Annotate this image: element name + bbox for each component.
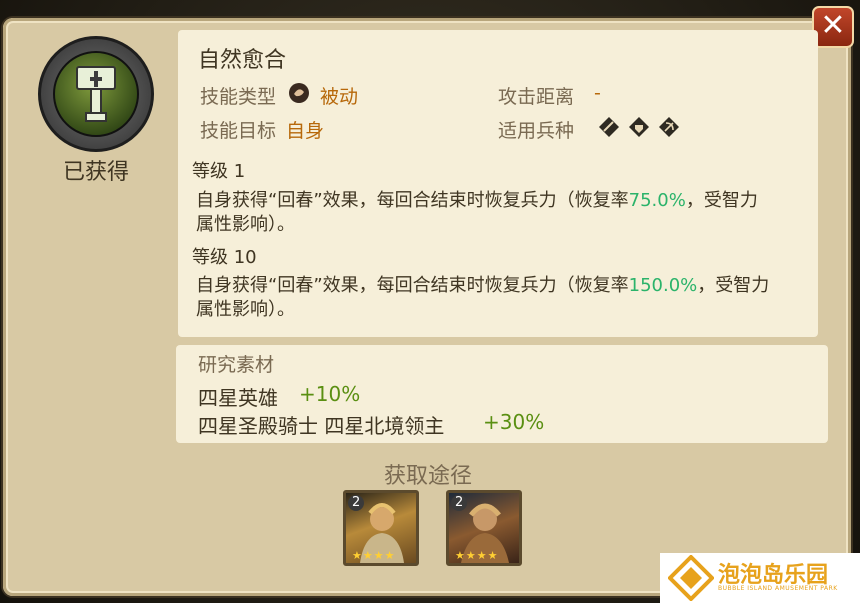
star-rating: ★★★★ bbox=[455, 549, 499, 562]
skill-medal bbox=[38, 36, 154, 152]
close-button[interactable]: ✕ bbox=[812, 6, 854, 48]
level-label: 等级 1 bbox=[192, 161, 246, 182]
skill-type-label: 技能类型 bbox=[200, 86, 277, 108]
hero-card[interactable]: 2 ★★★★ bbox=[343, 490, 419, 566]
source-title: 获取途径 bbox=[384, 464, 473, 489]
close-icon: ✕ bbox=[820, 8, 846, 43]
skill-target-value: 自身 bbox=[286, 120, 325, 142]
sword-troop-icon bbox=[599, 117, 619, 137]
level-description-cont: 属性影响）。 bbox=[196, 299, 295, 320]
skill-type-value: 被动 bbox=[320, 86, 359, 108]
level-description: 自身获得“回春”效果，每回合结束时恢复兵力（恢复率75.0%，受智力 bbox=[196, 190, 758, 211]
skill-target-label: 技能目标 bbox=[200, 120, 277, 142]
research-material: 四星英雄 bbox=[198, 386, 278, 410]
skill-name: 自然愈合 bbox=[198, 48, 287, 73]
level-description: 自身获得“回春”效果，每回合结束时恢复兵力（恢复率150.0%，受智力 bbox=[196, 275, 770, 296]
bow-troop-icon bbox=[659, 117, 679, 137]
level-description-cont: 属性影响）。 bbox=[196, 214, 295, 235]
acquired-status: 已获得 bbox=[62, 160, 129, 185]
diamond-logo-icon bbox=[668, 555, 714, 601]
watermark-logo: 泡泡岛乐园 BUBBLE ISLAND AMUSEMENT PARK bbox=[660, 553, 860, 603]
research-title: 研究素材 bbox=[198, 354, 275, 376]
passive-icon bbox=[289, 83, 309, 103]
level-label: 等级 10 bbox=[192, 247, 257, 268]
research-bonus: +30% bbox=[483, 410, 545, 434]
attack-range-label: 攻击距离 bbox=[498, 86, 575, 108]
hero-card[interactable]: 2 ★★★★ bbox=[446, 490, 522, 566]
research-bonus: +10% bbox=[299, 382, 361, 406]
attack-range-value: - bbox=[594, 82, 601, 104]
star-rating: ★★★★ bbox=[352, 549, 396, 562]
troop-type-label: 适用兵种 bbox=[498, 120, 575, 142]
shield-troop-icon bbox=[629, 117, 649, 137]
research-material: 四星圣殿骑士 四星北境领主 bbox=[198, 414, 445, 438]
skill-icon-bg bbox=[53, 51, 139, 137]
watermark-subtitle: BUBBLE ISLAND AMUSEMENT PARK bbox=[718, 585, 838, 592]
hammer-icon bbox=[76, 66, 116, 122]
